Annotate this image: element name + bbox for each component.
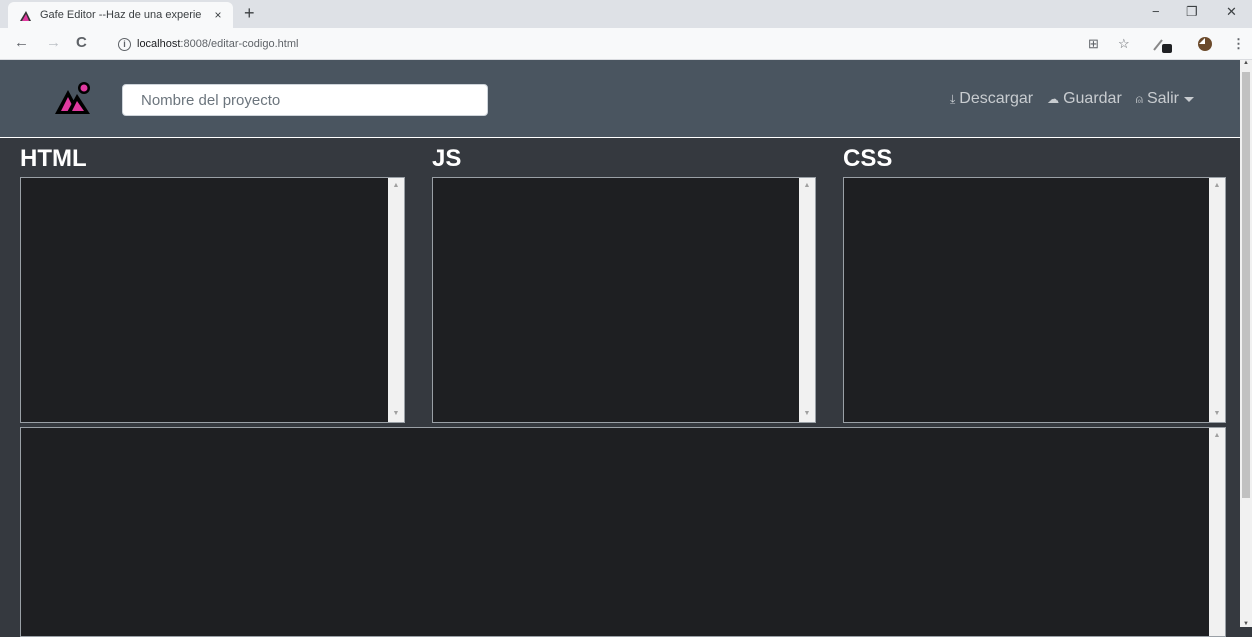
header-nav: ⤓ Descargar ☁ Guardar ⍝ Salir (950, 90, 1194, 108)
reload-button[interactable]: C (76, 34, 87, 52)
save-link[interactable]: ☁ Guardar (1047, 90, 1122, 108)
scroll-up-icon[interactable]: ▲ (799, 178, 815, 194)
user-icon: ⍝ (1135, 91, 1143, 106)
scroll-down-icon[interactable]: ▼ (799, 406, 815, 422)
scroll-up-icon[interactable]: ▲ (388, 178, 404, 194)
scroll-down-icon[interactable]: ▼ (1209, 406, 1225, 422)
minimize-button[interactable]: − (1152, 4, 1160, 19)
url-host: localhost (137, 38, 181, 50)
editor-app: ⤓ Descargar ☁ Guardar ⍝ Salir HTML JS CS… (0, 60, 1240, 637)
preview-scrollbar[interactable]: ▲ (1209, 428, 1225, 636)
browser-menu-icon[interactable]: ⋮ (1232, 36, 1245, 52)
scroll-up-icon[interactable]: ▲ (1209, 178, 1225, 194)
logout-label: Salir (1146, 90, 1179, 107)
profile-avatar-icon[interactable] (1196, 35, 1214, 53)
browser-tab[interactable]: Gafe Editor --Haz de una experie × (8, 2, 233, 28)
download-icon: ⤓ (949, 91, 956, 106)
app-favicon-icon (20, 10, 31, 21)
js-code-editor[interactable]: ▲ ▼ (432, 177, 816, 423)
download-link[interactable]: ⤓ Descargar (950, 90, 1033, 108)
preview-output-pane[interactable]: ▲ (20, 427, 1226, 637)
tab-close-icon[interactable]: × (209, 8, 227, 22)
restore-button[interactable]: ❐ (1186, 4, 1198, 20)
back-button[interactable]: ← (14, 34, 29, 52)
url-path: :8008/editar-codigo.html (180, 38, 299, 50)
cloud-icon: ☁ (1047, 92, 1060, 106)
js-editor-scrollbar[interactable]: ▲ ▼ (799, 178, 815, 422)
project-name-input[interactable] (122, 84, 488, 116)
logout-dropdown[interactable]: ⍝ Salir (1136, 90, 1194, 108)
forward-button[interactable]: → (46, 34, 61, 52)
download-label: Descargar (959, 90, 1034, 107)
gafe-logo-icon[interactable] (52, 80, 94, 118)
browser-toolbar: ← → C i localhost:8008/editar-codigo.htm… (0, 28, 1252, 60)
html-editor-scrollbar[interactable]: ▲ ▼ (388, 178, 404, 422)
site-info-icon[interactable]: i (118, 37, 131, 51)
tab-title: Gafe Editor --Haz de una experie (40, 9, 202, 21)
extension-icon[interactable] (1152, 36, 1174, 54)
scroll-down-icon[interactable]: ▼ (388, 406, 404, 422)
page-scroll-thumb[interactable] (1242, 72, 1250, 498)
browser-tabbar: Gafe Editor --Haz de una experie × + − ❐… (0, 0, 1252, 28)
page-scroll-up-icon[interactable]: ▲ (1240, 60, 1252, 66)
html-code-editor[interactable]: ▲ ▼ (20, 177, 405, 423)
page-scroll-down-icon[interactable]: ▼ (1240, 621, 1252, 627)
address-bar[interactable]: i localhost:8008/editar-codigo.html (104, 32, 1144, 56)
html-editor-label: HTML (20, 145, 87, 172)
scroll-up-icon[interactable]: ▲ (1209, 428, 1225, 444)
new-tab-button[interactable]: + (244, 3, 255, 23)
css-code-editor[interactable]: ▲ ▼ (843, 177, 1226, 423)
window-close-button[interactable]: ✕ (1226, 4, 1237, 20)
save-label: Guardar (1063, 90, 1122, 107)
chevron-down-icon (1184, 96, 1194, 102)
css-editor-label: CSS (843, 145, 893, 172)
bookmark-star-icon[interactable]: ☆ (1118, 36, 1130, 52)
page-scrollbar[interactable]: ▲ ▼ (1240, 60, 1252, 627)
app-header: ⤓ Descargar ☁ Guardar ⍝ Salir (0, 60, 1240, 138)
js-editor-label: JS (432, 145, 462, 172)
css-editor-scrollbar[interactable]: ▲ ▼ (1209, 178, 1225, 422)
translate-icon[interactable]: ⊞ (1088, 36, 1099, 52)
